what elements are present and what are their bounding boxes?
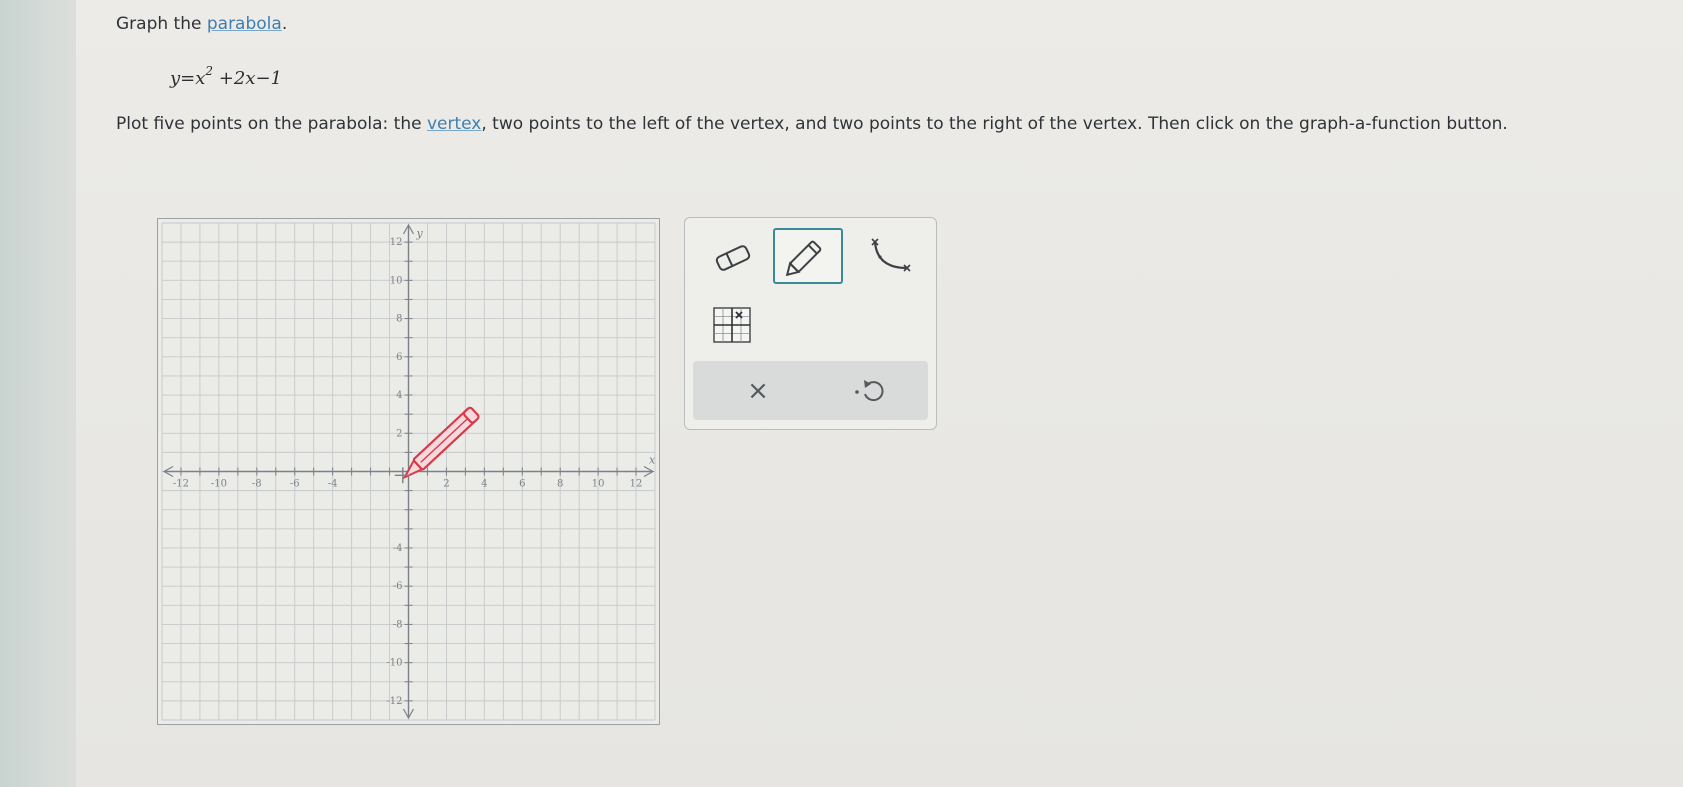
instructions-part2: , two points to the left of the vertex, … bbox=[481, 114, 1508, 134]
pencil-icon bbox=[785, 240, 822, 277]
equation: y=x2 +2x−1 bbox=[170, 64, 283, 89]
y-tick-label: -4 bbox=[393, 543, 403, 554]
y-tick-label: 2 bbox=[396, 428, 402, 439]
x-tick-label: -4 bbox=[328, 479, 338, 490]
instructions-part1: Plot five points on the parabola: the bbox=[116, 114, 427, 134]
y-tick-label: 12 bbox=[390, 237, 403, 248]
parabola-link[interactable]: parabola bbox=[207, 14, 282, 34]
y-tick-label: 8 bbox=[396, 314, 402, 325]
equation-rest: +2x−1 bbox=[213, 68, 283, 89]
x-tick-label: 10 bbox=[592, 479, 605, 490]
pencil-cursor-stripe bbox=[420, 416, 470, 463]
x-tick-label: 8 bbox=[557, 479, 563, 490]
undo-icon bbox=[855, 380, 884, 402]
title-prefix: Graph the bbox=[116, 14, 207, 34]
pencil-tool-button[interactable] bbox=[773, 228, 843, 284]
x-tick-label: -10 bbox=[211, 479, 227, 490]
x-tick-label: 6 bbox=[519, 479, 525, 490]
tool-panel: × bbox=[684, 217, 937, 430]
y-tick-label: 4 bbox=[396, 390, 402, 401]
y-axis-label: y bbox=[416, 227, 424, 240]
x-tick-label: -6 bbox=[290, 479, 300, 490]
y-tick-label: 6 bbox=[396, 352, 402, 363]
instructions: Plot five points on the parabola: the ve… bbox=[116, 108, 1661, 141]
y-tick-label: 10 bbox=[390, 275, 403, 286]
equation-var: x bbox=[195, 68, 206, 89]
equation-lhs: y bbox=[170, 68, 181, 89]
left-sidebar-strip bbox=[0, 0, 76, 787]
question-title: Graph the parabola. bbox=[116, 14, 287, 34]
x-tick-label: 12 bbox=[630, 479, 643, 490]
eraser-tool-button[interactable] bbox=[711, 238, 755, 278]
undo-button[interactable] bbox=[851, 375, 891, 407]
action-bar: × bbox=[693, 361, 928, 420]
x-tick-label: 2 bbox=[443, 479, 449, 490]
x-tick-label: -12 bbox=[173, 479, 189, 490]
title-suffix: . bbox=[281, 14, 288, 34]
curve-tool-button[interactable] bbox=[867, 234, 915, 278]
equation-equals: = bbox=[180, 68, 196, 89]
vertex-link[interactable]: vertex bbox=[427, 114, 481, 134]
y-tick-label: -8 bbox=[393, 619, 403, 630]
x-axis-label: x bbox=[649, 454, 656, 467]
y-tick-label: -10 bbox=[386, 658, 402, 669]
equation-exponent: 2 bbox=[205, 64, 214, 78]
graph-function-button[interactable] bbox=[710, 304, 754, 346]
coordinate-grid[interactable]: -12 -10 -8 -6 -4 2 4 6 8 10 12 12 10 8 6 4 2 -4 -6 -8 -10 -12… bbox=[158, 219, 659, 724]
x-tick-label: -8 bbox=[252, 479, 262, 490]
clear-button[interactable]: × bbox=[741, 375, 775, 407]
x-tick-label: 4 bbox=[481, 479, 487, 490]
parabola-curve-icon bbox=[871, 238, 911, 272]
y-tick-label: -12 bbox=[386, 696, 402, 707]
y-tick-label: -6 bbox=[393, 581, 403, 592]
graph-area[interactable]: -12 -10 -8 -6 -4 2 4 6 8 10 12 12 10 8 6 4 2 -4 -6 -8 -10 -12… bbox=[157, 218, 660, 725]
graph-function-icon bbox=[713, 307, 751, 343]
eraser-icon bbox=[715, 245, 751, 271]
